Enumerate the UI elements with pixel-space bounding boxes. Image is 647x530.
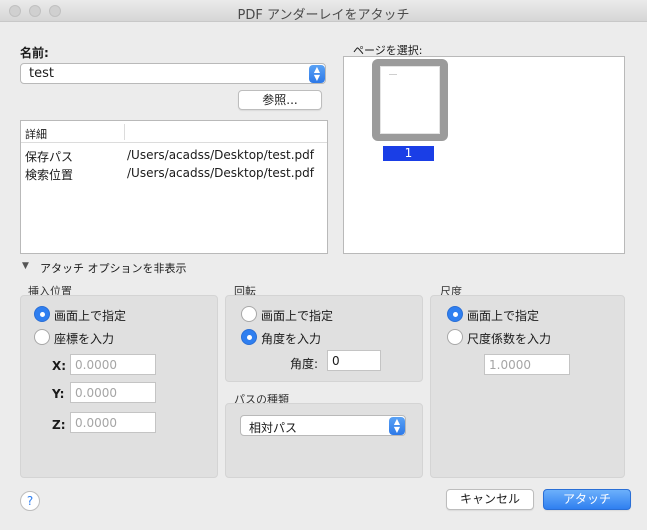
x-input[interactable]: 0.0000 (70, 354, 156, 375)
name-label: 名前: (20, 46, 49, 60)
angle-label: 角度: (290, 357, 319, 371)
name-select-value: test (29, 66, 54, 81)
chevron-updown-icon: ▲ ▼ (389, 417, 405, 435)
details-table-header: 詳細 (21, 121, 327, 143)
options-toggle-label[interactable]: アタッチ オプションを非表示 (40, 260, 187, 276)
page-thumbnail[interactable] (372, 59, 448, 141)
cancel-button[interactable]: キャンセル (446, 489, 534, 510)
detail-key: 検索位置 (25, 168, 74, 182)
page-preview (380, 66, 440, 134)
detail-key: 保存パス (25, 150, 74, 164)
insertion-input-label: 座標を入力 (54, 332, 115, 346)
browse-button[interactable]: 参照... (238, 90, 322, 110)
details-header-label: 詳細 (25, 128, 47, 141)
title-bar: PDF アンダーレイをアタッチ (0, 0, 647, 23)
chevron-updown-icon: ▲ ▼ (309, 65, 325, 83)
name-select[interactable]: test ▲ ▼ (20, 63, 326, 84)
page-number-badge: 1 (383, 146, 434, 161)
page-content-mark (389, 74, 397, 75)
window-title: PDF アンダーレイをアタッチ (237, 8, 410, 23)
z-label: Z: (52, 418, 66, 432)
y-label: Y: (52, 387, 65, 401)
rotation-input-radio[interactable] (241, 329, 257, 345)
rotation-screen-radio[interactable] (241, 306, 257, 322)
insertion-input-radio[interactable] (34, 329, 50, 345)
z-input[interactable]: 0.0000 (70, 412, 156, 433)
scale-input[interactable]: 1.0000 (484, 354, 570, 375)
scale-input-label: 尺度係数を入力 (467, 332, 552, 346)
rotation-screen-label: 画面上で指定 (261, 309, 334, 323)
insertion-screen-label: 画面上で指定 (54, 309, 127, 323)
table-row[interactable]: 保存パス /Users/acadss/Desktop/test.pdf (21, 147, 327, 165)
scale-screen-label: 画面上で指定 (467, 309, 540, 323)
angle-input[interactable]: 0 (327, 350, 381, 371)
detail-value: /Users/acadss/Desktop/test.pdf (127, 166, 315, 180)
table-row[interactable]: 検索位置 /Users/acadss/Desktop/test.pdf (21, 165, 327, 183)
help-button[interactable]: ? (20, 491, 40, 511)
page-list[interactable]: 1 (343, 56, 625, 254)
x-label: X: (52, 359, 67, 373)
details-table: 詳細 保存パス /Users/acadss/Desktop/test.pdf 検… (20, 120, 328, 254)
rotation-input-label: 角度を入力 (261, 332, 322, 346)
insertion-screen-radio[interactable] (34, 306, 50, 322)
scale-input-radio[interactable] (447, 329, 463, 345)
path-type-select[interactable]: 相対パス ▲ ▼ (240, 415, 406, 436)
column-divider (124, 124, 125, 140)
path-type-value: 相対パス (249, 421, 298, 435)
y-input[interactable]: 0.0000 (70, 382, 156, 403)
scale-screen-radio[interactable] (447, 306, 463, 322)
triangle-down-icon[interactable]: ▼ (22, 261, 29, 271)
attach-button[interactable]: アタッチ (543, 489, 631, 510)
detail-value: /Users/acadss/Desktop/test.pdf (127, 148, 315, 162)
